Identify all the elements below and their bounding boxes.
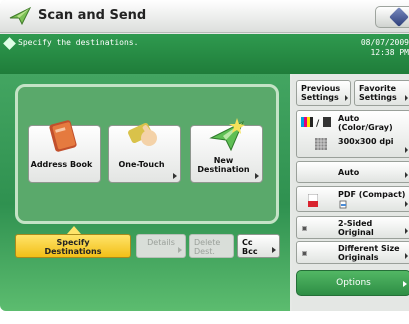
two-sided-original-button[interactable]: 2-Sided Original [296, 216, 409, 239]
color-mode-value: Auto (Color/Gray) [338, 114, 393, 132]
new-destination-label: New Destination [197, 156, 250, 174]
address-book-label: Address Book [30, 160, 93, 169]
pdf-file-icon [308, 194, 318, 207]
chevron-right-icon [405, 253, 408, 259]
delete-dest-button[interactable]: Delete Dest. [189, 234, 234, 258]
chevron-right-icon [405, 95, 408, 101]
title-bar: Scan and Send [0, 0, 409, 33]
two-sided-status-icon [302, 226, 307, 231]
options-label: Options [336, 278, 371, 288]
chevron-right-icon [405, 201, 408, 207]
chevron-right-icon [178, 247, 182, 253]
scan-size-button[interactable]: Auto [296, 161, 409, 183]
new-destination-button[interactable]: New Destination [190, 118, 263, 183]
corner-button[interactable] [375, 6, 409, 28]
resolution-icon [315, 138, 327, 150]
scan-size-value: Auto [338, 168, 360, 177]
scan-send-panel: Scan and Send Specify the destinations. … [0, 0, 409, 311]
scan-send-icon [9, 6, 32, 26]
file-format-button[interactable]: PDF (Compact) [296, 186, 409, 212]
svg-text:/: / [316, 119, 320, 127]
chevron-right-icon [405, 147, 408, 153]
chevron-right-icon [405, 172, 408, 178]
page-title: Scan and Send [38, 8, 147, 23]
favorite-settings-label: Favorite Settings [359, 84, 397, 102]
different-size-label: Different Size Originals [338, 244, 400, 262]
chevron-right-icon [255, 173, 259, 179]
details-label: Details [147, 238, 175, 247]
favorite-settings-button[interactable]: Favorite Settings [354, 80, 409, 106]
date-text: 08/07/2009 [360, 38, 409, 47]
color-mode-icon: / [301, 117, 331, 127]
time-text: 12:38 PM [370, 48, 409, 57]
chevron-right-icon [345, 95, 348, 101]
info-diamond-icon [3, 37, 16, 50]
different-size-status-icon [302, 251, 307, 256]
message-bar: Specify the destinations. 08/07/2009 12:… [0, 34, 409, 74]
destination-frame: Address Book One-Touch New Destination [15, 84, 279, 224]
settings-column: Previous Settings Favorite Settings / Au… [292, 74, 409, 311]
options-button[interactable]: Options [296, 270, 409, 296]
address-book-button[interactable]: Address Book [28, 120, 101, 183]
cc-bcc-label: Cc Bcc [242, 238, 258, 256]
previous-settings-label: Previous Settings [301, 84, 341, 102]
date-time: 08/07/2009 12:38 PM [361, 38, 409, 58]
file-format-value: PDF (Compact) [338, 190, 406, 199]
new-destination-icon [209, 118, 245, 152]
address-book-icon [49, 120, 77, 152]
diamond-icon [389, 7, 409, 27]
compact-doc-icon [339, 200, 347, 209]
details-button[interactable]: Details [136, 234, 186, 258]
tab-pointer [67, 226, 81, 234]
destination-area: Address Book One-Touch New Destination S… [0, 74, 290, 311]
resolution-value: 300x300 dpi [338, 137, 394, 146]
chevron-right-icon [173, 173, 177, 179]
one-touch-button[interactable]: One-Touch [108, 122, 181, 183]
color-resolution-button[interactable]: / Auto (Color/Gray) 300x300 dpi [296, 110, 409, 158]
chevron-right-icon [403, 281, 407, 287]
two-sided-label: 2-Sided Original [338, 219, 374, 237]
one-touch-icon [128, 122, 157, 146]
chevron-right-icon [405, 228, 408, 234]
instruction-text: Specify the destinations. [18, 38, 139, 47]
tab-specify-destinations[interactable]: Specify Destinations [15, 234, 131, 258]
one-touch-label: One-Touch [118, 160, 165, 169]
cc-bcc-button[interactable]: Cc Bcc [237, 234, 280, 258]
different-size-originals-button[interactable]: Different Size Originals [296, 241, 409, 264]
previous-settings-button[interactable]: Previous Settings [296, 80, 351, 106]
chevron-right-icon [272, 247, 276, 253]
